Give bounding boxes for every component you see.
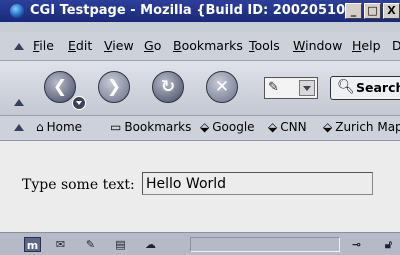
menu-window[interactable]: Window [293,38,342,53]
window-title: CGI Testpage - Mozilla {Build ID: 200205… [30,3,360,18]
bookmark-google[interactable]: ⬙ Google [200,120,255,134]
reload-icon: ↻ [160,77,176,97]
bookmarks-folder-icon: ▭ [110,120,122,134]
url-history-dropdown-icon[interactable] [299,80,315,96]
navigator-icon[interactable]: m [24,237,41,252]
online-connection-icon[interactable]: ⊸ [348,237,365,252]
menu-debug[interactable]: D [392,38,400,53]
bookmarks-button[interactable]: ▭ Bookmarks [110,120,191,134]
maximize-button[interactable]: □ [364,3,381,19]
composer-icon[interactable]: ✎ [82,237,99,252]
menu-bar: File Edit View Go Bookmarks Tools Window… [0,32,400,61]
bookmark-link-icon: ⬙ [323,120,333,134]
back-history-dropdown-icon[interactable] [72,96,86,110]
forward-button[interactable]: ❯ [98,71,130,103]
menu-bookmarks[interactable]: Bookmarks [173,38,243,53]
chat-icon[interactable]: ☁ [142,237,159,252]
title-bar: CGI Testpage - Mozilla {Build ID: 200205… [0,0,400,22]
menu-file[interactable]: File [33,38,54,53]
page-content: Type some text: [0,141,400,232]
home-button[interactable]: ⌂ Home [36,120,82,134]
status-bar: m ✉ ✎ ▤ ☁ ⊸ 🔓︎ [0,232,400,255]
bookmark-zurich-map[interactable]: ⬙ Zurich Map [323,120,400,134]
menu-edit[interactable]: Edit [68,38,92,53]
mail-icon[interactable]: ✉ [52,237,69,252]
navbar-collapse-grip-icon[interactable] [14,99,24,106]
text-field-label: Type some text: [22,177,135,193]
minimize-button[interactable]: _ [345,3,362,19]
stop-icon: ✕ [214,77,230,97]
navigation-toolbar: ❮ ❯ ↻ ✕ ✎ 🔍︎ Search [0,61,400,116]
reload-button[interactable]: ↻ [152,71,184,103]
bookmark-link-icon: ⬙ [200,120,210,134]
browser-window: CGI Testpage - Mozilla {Build ID: 200205… [0,0,400,255]
menu-go[interactable]: Go [144,38,161,53]
search-icon: 🔍︎ [337,79,355,95]
personal-toolbar: ⌂ Home ▭ Bookmarks ⬙ Google ⬙ CNN ⬙ Zurich Ma… [0,116,400,141]
home-icon: ⌂ [36,120,44,134]
menubar-collapse-grip-icon[interactable] [14,43,24,50]
bookmark-link-icon: ⬙ [268,120,278,134]
back-arrow-icon: ❮ [52,77,68,97]
text-input[interactable] [142,172,373,195]
addressbook-icon[interactable]: ▤ [112,237,129,252]
security-lock-icon[interactable]: 🔓︎ [380,237,397,252]
bookmark-cnn[interactable]: ⬙ CNN [268,120,307,134]
forward-arrow-icon: ❯ [106,77,122,97]
search-button-label: Search [356,80,400,95]
page-proxy-icon: ✎ [268,80,279,95]
personal-toolbar-collapse-grip-icon[interactable] [14,124,24,131]
mozilla-app-icon [10,4,24,18]
menu-tools[interactable]: Tools [249,38,280,53]
back-button[interactable]: ❮ [44,71,76,103]
search-button[interactable]: 🔍︎ Search [330,76,400,100]
menu-view[interactable]: View [104,38,134,53]
url-bar[interactable]: ✎ [264,77,318,99]
close-button[interactable]: X [383,3,400,19]
status-text-field [190,237,340,252]
stop-button[interactable]: ✕ [206,71,238,103]
menu-help[interactable]: Help [352,38,381,53]
